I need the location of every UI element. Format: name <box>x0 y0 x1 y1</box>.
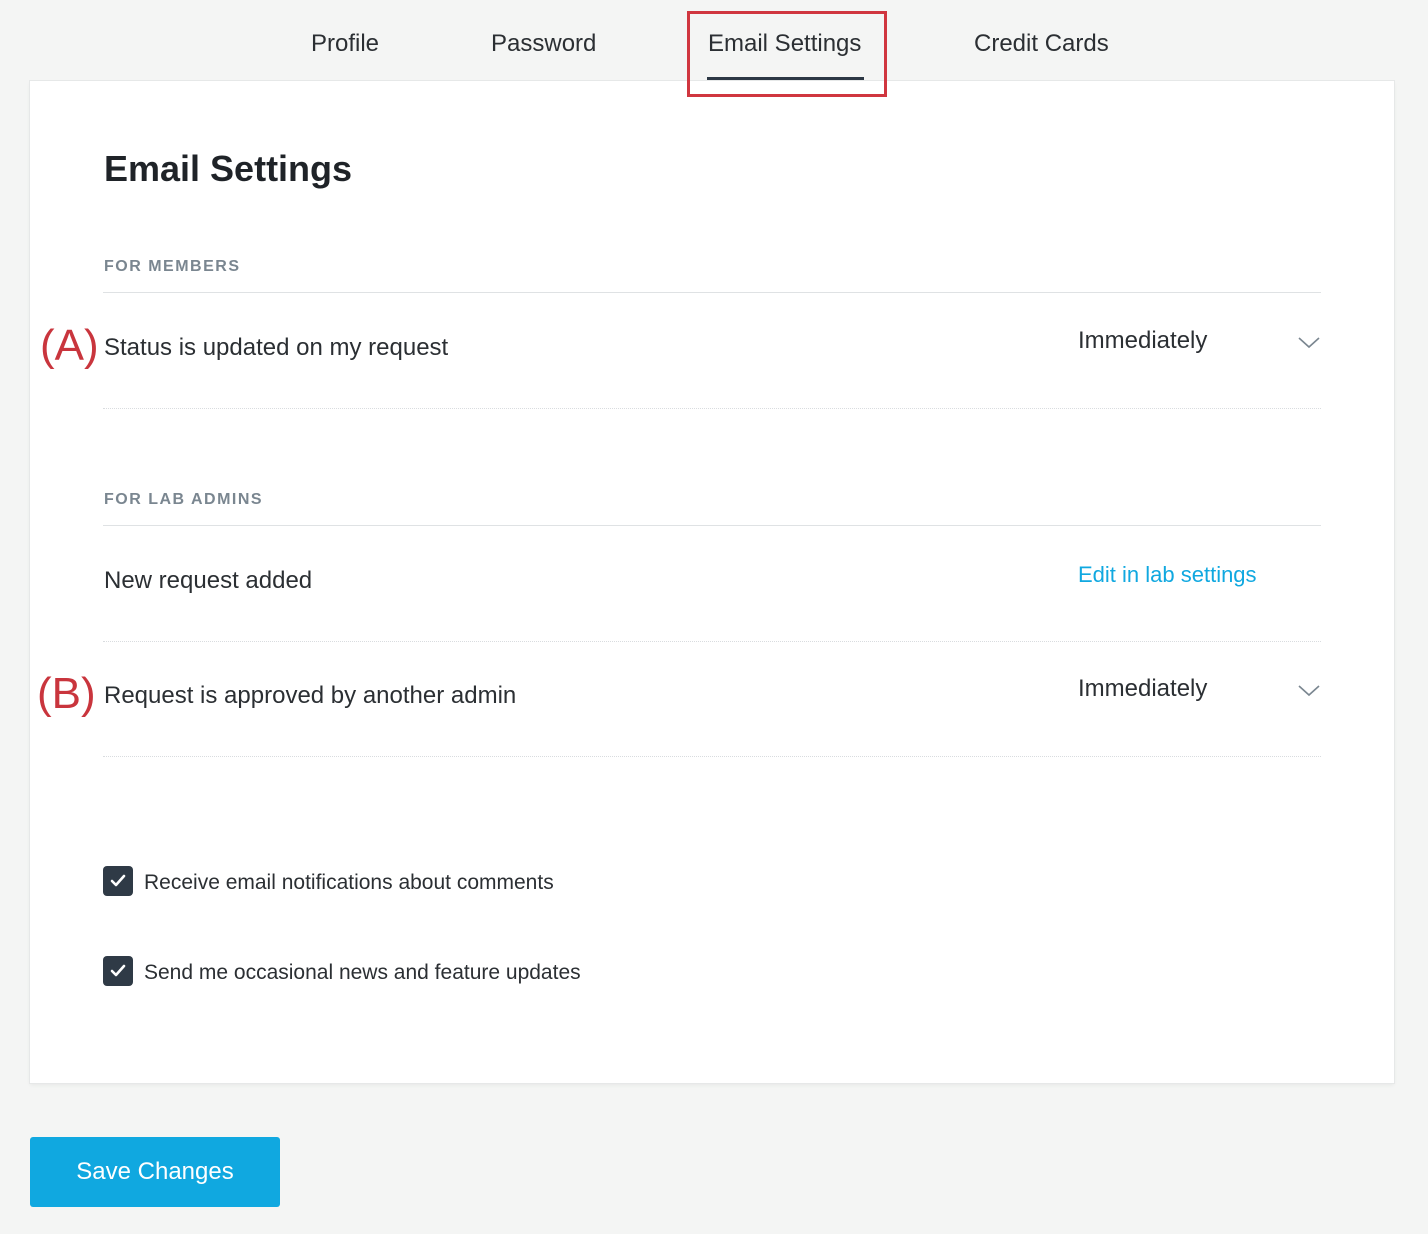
edit-in-lab-settings-link[interactable]: Edit in lab settings <box>1078 562 1257 588</box>
chevron-down-icon <box>1298 685 1320 697</box>
tab-credit-cards[interactable]: Credit Cards <box>974 30 1109 62</box>
setting-label-status-updated: Status is updated on my request <box>104 334 449 361</box>
highlight-box <box>687 11 887 97</box>
setting-label-request-approved: Request is approved by another admin <box>104 682 517 709</box>
row-divider <box>103 408 1321 409</box>
row-divider <box>103 756 1321 757</box>
save-changes-button[interactable]: Save Changes <box>30 1137 280 1207</box>
select-value: Immediately <box>1078 675 1208 702</box>
section-divider <box>103 525 1321 526</box>
checkbox-label: Send me occasional news and feature upda… <box>144 961 581 984</box>
select-value: Immediately <box>1078 327 1208 354</box>
status-updated-frequency-select[interactable]: Immediately <box>1078 327 1322 363</box>
request-approved-frequency-select[interactable]: Immediately <box>1078 675 1322 711</box>
section-divider <box>103 292 1321 293</box>
annotation-b: (B) <box>37 669 96 718</box>
checkbox-label: Receive email notifications about commen… <box>144 871 554 894</box>
setting-label-new-request: New request added <box>104 567 313 594</box>
section-heading-lab-admins: FOR LAB ADMINS <box>104 491 264 508</box>
comments-notification-checkbox[interactable] <box>103 866 133 896</box>
checkmark-icon <box>110 874 126 887</box>
tab-password[interactable]: Password <box>491 30 596 62</box>
tab-profile[interactable]: Profile <box>311 30 379 62</box>
page-title: Email Settings <box>104 148 353 189</box>
news-updates-checkbox[interactable] <box>103 956 133 986</box>
chevron-down-icon <box>1298 337 1320 349</box>
checkmark-icon <box>110 964 126 977</box>
row-divider <box>103 641 1321 642</box>
section-heading-members: FOR MEMBERS <box>104 258 241 275</box>
annotation-a: (A) <box>40 321 99 370</box>
